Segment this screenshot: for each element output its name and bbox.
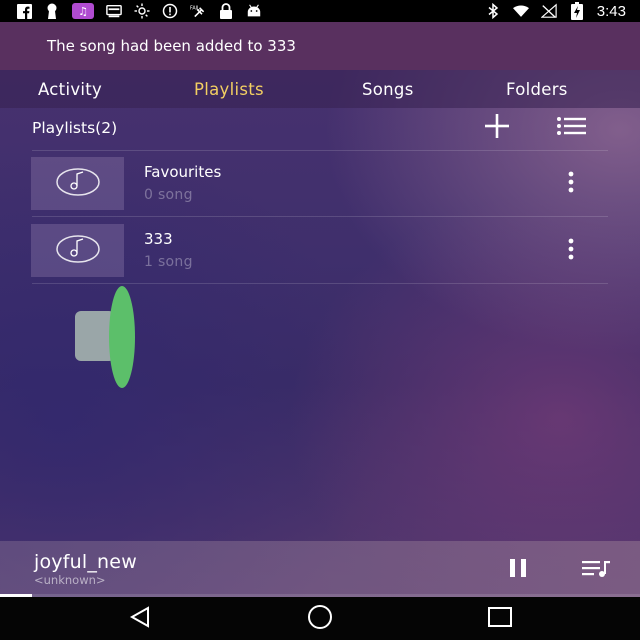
tab-folders[interactable]: Folders: [506, 70, 568, 108]
playlists-count-title: Playlists(2): [32, 119, 118, 137]
back-triangle-icon: [128, 606, 152, 632]
android-icon: [246, 3, 262, 19]
no-signal-icon: [540, 3, 557, 19]
now-playing-bar[interactable]: joyful_new <unknown>: [0, 541, 640, 597]
pause-button[interactable]: [502, 555, 534, 585]
battery-charging-icon: [569, 2, 585, 20]
sort-list-button[interactable]: [551, 112, 591, 144]
queue-music-icon: [581, 557, 611, 583]
music-disc-icon: [55, 234, 101, 268]
divider: [32, 216, 608, 217]
playlist-more-button[interactable]: [559, 169, 583, 199]
lock-icon: [218, 3, 234, 19]
divider: [32, 283, 608, 284]
home-button[interactable]: [300, 603, 340, 635]
now-playing-artist: <unknown>: [34, 573, 106, 587]
playlist-name: Favourites: [144, 163, 222, 181]
recents-square-icon: [487, 606, 513, 632]
queue-button[interactable]: [580, 555, 612, 585]
plus-icon: [481, 110, 513, 146]
playlist-more-button[interactable]: [559, 236, 583, 266]
bluetooth-icon: [485, 3, 501, 19]
add-playlist-button[interactable]: [477, 112, 517, 144]
status-time: 3:43: [596, 2, 626, 20]
snackbar-message: The song had been added to 333: [47, 37, 296, 55]
more-vertical-icon: [568, 171, 574, 197]
playlist-thumbnail: [31, 224, 124, 277]
music-note-icon: ♫: [72, 3, 94, 19]
recents-button[interactable]: [480, 603, 520, 635]
tab-playlists[interactable]: Playlists: [194, 70, 264, 108]
app-screen: ♫ FAIL 3:43 The song had been added to 3…: [0, 0, 640, 640]
now-playing-title: joyful_new: [34, 551, 137, 573]
navigation-bar: [0, 597, 640, 640]
tab-songs[interactable]: Songs: [362, 70, 414, 108]
playlist-row[interactable]: 333 1 song: [31, 224, 609, 278]
snackbar: The song had been added to 333: [0, 22, 640, 70]
alert-circle-icon: [162, 3, 178, 19]
satellite-icon: FAIL: [190, 3, 206, 19]
status-bar: ♫ FAIL 3:43: [0, 0, 640, 22]
facebook-icon: [16, 3, 32, 19]
playlist-row[interactable]: Favourites 0 song: [31, 157, 609, 211]
keyhole-icon: [44, 3, 60, 19]
tab-activity[interactable]: Activity: [38, 70, 102, 108]
brightness-icon: [134, 3, 150, 19]
back-button[interactable]: [120, 603, 160, 635]
floating-assistant-bubble[interactable]: [74, 285, 138, 389]
playlist-song-count: 1 song: [144, 254, 193, 270]
playlist-song-count: 0 song: [144, 187, 193, 203]
pause-icon: [507, 558, 529, 582]
playlist-name: 333: [144, 230, 173, 248]
music-disc-icon: [55, 167, 101, 201]
cast-icon: [106, 3, 122, 19]
tab-bar: Activity Playlists Songs Folders: [0, 70, 640, 108]
list-icon: [555, 115, 587, 141]
home-circle-icon: [305, 605, 335, 633]
divider: [32, 150, 608, 151]
wifi-icon: [512, 3, 529, 19]
playlist-thumbnail: [31, 157, 124, 210]
more-vertical-icon: [568, 238, 574, 264]
